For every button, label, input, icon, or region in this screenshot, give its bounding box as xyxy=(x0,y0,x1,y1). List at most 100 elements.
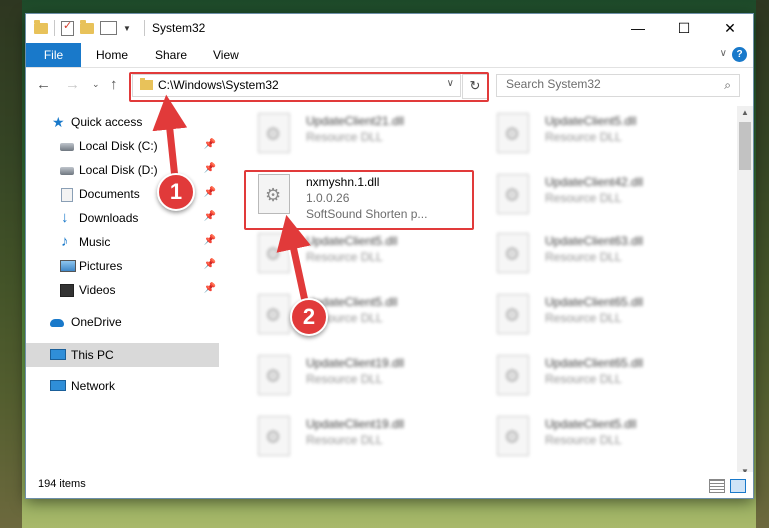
sidebar-item-downloads[interactable]: ↓ Downloads 📌 xyxy=(26,206,219,230)
computer-icon xyxy=(50,349,66,360)
pin-icon[interactable]: 📌 xyxy=(204,163,216,174)
sidebar-item-music[interactable]: ♪ Music 📌 xyxy=(26,230,219,254)
file-tile[interactable]: UpdateClient5.dll Resource DLL xyxy=(244,228,474,280)
minimize-button[interactable]: — xyxy=(615,14,661,43)
details-view-icon[interactable] xyxy=(709,479,725,493)
pin-icon[interactable]: 📌 xyxy=(204,139,216,150)
file-tile[interactable]: UpdateClient65.dll Resource DLL xyxy=(483,289,713,341)
file-name: UpdateClient42.dll xyxy=(545,175,644,189)
file-name: UpdateClient5.dll xyxy=(545,417,637,431)
properties-icon[interactable] xyxy=(100,21,117,35)
sidebar-item-label: Music xyxy=(79,235,111,249)
navigation-pane: ★ Quick access Local Disk (C:) 📌 Local D… xyxy=(26,106,219,471)
scroll-up-icon[interactable]: ▲ xyxy=(741,108,749,117)
pin-icon[interactable]: 📌 xyxy=(204,187,216,198)
maximize-button[interactable]: ☐ xyxy=(661,14,707,43)
scrollbar-thumb[interactable] xyxy=(739,122,751,170)
refresh-button[interactable]: ↻ xyxy=(462,74,488,99)
tab-file[interactable]: File xyxy=(26,43,81,67)
pin-icon[interactable]: 📌 xyxy=(204,283,216,294)
sidebar-item-label: Local Disk (C:) xyxy=(79,139,158,153)
file-description: SoftSound Shorten p... xyxy=(306,207,428,221)
dll-file-icon xyxy=(258,355,290,395)
sidebar-item-videos[interactable]: Videos 📌 xyxy=(26,278,219,302)
dll-file-icon xyxy=(258,416,290,456)
sidebar-item-onedrive[interactable]: OneDrive xyxy=(26,310,219,334)
file-tile[interactable]: UpdateClient65.dll Resource DLL xyxy=(483,350,713,402)
file-tile[interactable]: UpdateClient5.dll Resource DLL xyxy=(483,108,713,160)
documents-icon xyxy=(61,188,73,202)
customize-toolbar-chevron-icon[interactable]: ▼ xyxy=(123,24,131,33)
help-icon[interactable]: ? xyxy=(732,47,747,62)
dll-file-icon xyxy=(497,174,529,214)
dll-file-icon xyxy=(497,355,529,395)
sidebar-item-label: Network xyxy=(71,379,116,393)
file-type: Resource DLL xyxy=(306,130,383,144)
dll-file-icon xyxy=(258,294,290,334)
pin-icon[interactable]: 📌 xyxy=(204,211,216,222)
address-bar[interactable]: C:\Windows\System32 ∨ xyxy=(132,74,461,97)
close-button[interactable]: ✕ xyxy=(707,14,753,43)
tab-view[interactable]: View xyxy=(213,43,239,67)
sidebar-item-label: Quick access xyxy=(71,115,143,129)
title-separator xyxy=(144,20,145,36)
window-title: System32 xyxy=(152,21,206,35)
search-box[interactable]: ⌕ xyxy=(496,74,740,97)
large-icons-view-icon[interactable] xyxy=(730,479,746,493)
pin-icon[interactable]: 📌 xyxy=(204,259,216,270)
address-history-chevron-icon[interactable]: ∨ xyxy=(447,78,454,89)
navigation-bar: ← → ⌄ ↑ C:\Windows\System32 ∨ ↻ ⌕ xyxy=(26,68,753,102)
file-tile-nxmyshn[interactable]: nxmyshn.1.dll 1.0.0.26 SoftSound Shorten… xyxy=(244,169,474,221)
properties-check-icon[interactable] xyxy=(61,19,74,36)
forward-arrow-icon[interactable]: → xyxy=(65,76,80,93)
file-tile[interactable]: UpdateClient19.dll Resource DLL xyxy=(244,350,474,402)
status-bar: 194 items xyxy=(26,472,753,498)
file-tile[interactable]: UpdateClient21.dll Resource DLL xyxy=(244,108,474,160)
tab-share[interactable]: Share xyxy=(155,43,187,67)
file-name: UpdateClient19.dll xyxy=(306,356,405,370)
sidebar-item-this-pc[interactable]: This PC xyxy=(26,343,219,367)
file-type: Resource DLL xyxy=(545,130,622,144)
file-tile[interactable]: UpdateClient5.dll Resource DLL xyxy=(244,289,474,341)
sidebar-item-label: Videos xyxy=(79,283,116,297)
file-name: UpdateClient63.dll xyxy=(545,234,644,248)
download-icon: ↓ xyxy=(61,209,69,226)
cloud-icon xyxy=(50,319,64,327)
drive-icon xyxy=(60,143,74,151)
new-folder-icon[interactable] xyxy=(80,19,94,34)
dll-file-icon xyxy=(497,113,529,153)
recent-locations-chevron-icon[interactable]: ⌄ xyxy=(92,79,100,90)
file-tile[interactable]: UpdateClient19.dll Resource DLL xyxy=(244,411,474,463)
title-bar: ▼ System32 — ☐ ✕ xyxy=(26,14,753,43)
step-1-badge: 1 xyxy=(157,173,195,211)
file-tile[interactable]: UpdateClient5.dll Resource DLL xyxy=(483,411,713,463)
file-type: Resource DLL xyxy=(545,311,622,325)
sidebar-item-label: OneDrive xyxy=(71,315,122,329)
sidebar-item-quick-access[interactable]: ★ Quick access xyxy=(26,110,219,134)
music-icon: ♪ xyxy=(61,233,69,250)
sidebar-item-network[interactable]: Network xyxy=(26,374,219,398)
search-input[interactable] xyxy=(506,77,706,91)
file-type: Resource DLL xyxy=(306,250,383,264)
up-arrow-icon[interactable]: ↑ xyxy=(110,76,118,93)
sidebar-item-local-disk-c[interactable]: Local Disk (C:) 📌 xyxy=(26,134,219,158)
file-tile[interactable]: UpdateClient42.dll Resource DLL xyxy=(483,169,713,221)
file-name: UpdateClient5.dll xyxy=(545,114,637,128)
back-arrow-icon[interactable]: ← xyxy=(36,76,51,93)
file-type: Resource DLL xyxy=(545,191,622,205)
sidebar-item-label: Downloads xyxy=(79,211,139,225)
file-name: UpdateClient5.dll xyxy=(306,234,398,248)
dll-file-icon xyxy=(497,416,529,456)
dll-file-icon xyxy=(258,113,290,153)
sidebar-item-pictures[interactable]: Pictures 📌 xyxy=(26,254,219,278)
pin-icon[interactable]: 📌 xyxy=(204,235,216,246)
vertical-scrollbar[interactable]: ▲ ▼ xyxy=(737,106,753,478)
tab-home[interactable]: Home xyxy=(96,43,128,67)
file-tile[interactable]: UpdateClient63.dll Resource DLL xyxy=(483,228,713,280)
expand-ribbon-chevron-icon[interactable]: ∨ xyxy=(720,48,727,59)
dll-file-icon xyxy=(497,233,529,273)
file-name: UpdateClient65.dll xyxy=(545,356,644,370)
sidebar-item-label: This PC xyxy=(71,348,114,362)
sidebar-item-label: Pictures xyxy=(79,259,123,273)
folder-icon xyxy=(34,19,48,34)
